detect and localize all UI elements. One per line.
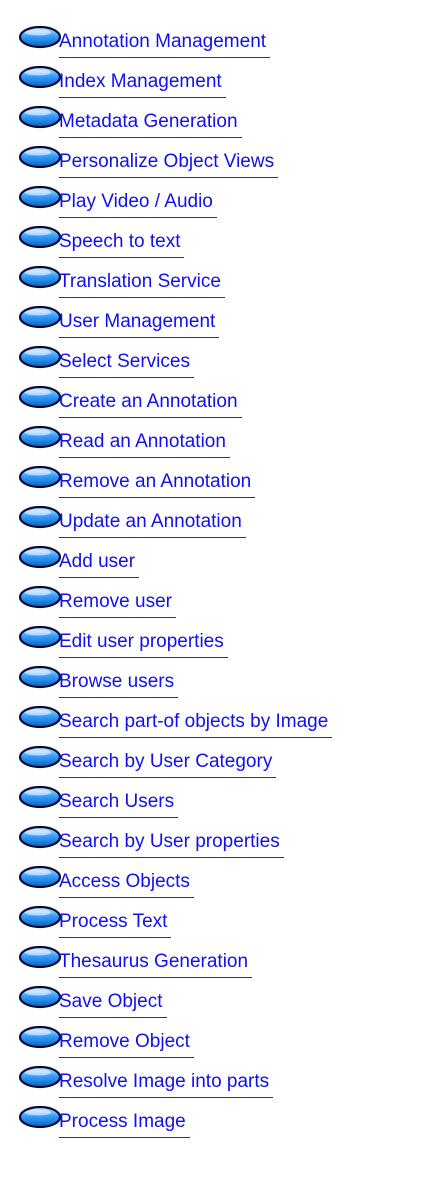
use-case-link[interactable]: Speech to text	[59, 231, 185, 258]
list-item: Read an Annotation	[0, 422, 440, 462]
list-item: Speech to text	[0, 222, 440, 262]
list-item: Create an Annotation	[0, 382, 440, 422]
use-case-link[interactable]: Resolve Image into parts	[59, 1071, 274, 1098]
use-case-ellipse-icon	[18, 465, 62, 489]
list-item: Translation Service	[0, 262, 440, 302]
list-item: Process Image	[0, 1102, 440, 1142]
use-case-ellipse-icon	[18, 905, 62, 929]
use-case-link[interactable]: Save Object	[59, 991, 167, 1018]
list-item: Search by User properties	[0, 822, 440, 862]
use-case-link[interactable]: Access Objects	[59, 871, 194, 898]
list-item: Metadata Generation	[0, 102, 440, 142]
use-case-link[interactable]: Play Video / Audio	[59, 191, 217, 218]
use-case-ellipse-icon	[18, 825, 62, 849]
use-case-ellipse-icon	[18, 545, 62, 569]
use-case-ellipse-icon	[18, 225, 62, 249]
use-case-link[interactable]: Remove an Annotation	[59, 471, 256, 498]
use-case-link[interactable]: Create an Annotation	[59, 391, 242, 418]
use-case-ellipse-icon	[18, 705, 62, 729]
list-item: Edit user properties	[0, 622, 440, 662]
use-case-ellipse-icon	[18, 865, 62, 889]
use-case-ellipse-icon	[18, 505, 62, 529]
list-item: Resolve Image into parts	[0, 1062, 440, 1102]
list-item: Thesaurus Generation	[0, 942, 440, 982]
list-item: Update an Annotation	[0, 502, 440, 542]
use-case-link[interactable]: Browse users	[59, 671, 179, 698]
list-item: Save Object	[0, 982, 440, 1022]
use-case-list: Annotation Management Index Management Met…	[0, 22, 440, 1142]
use-case-link[interactable]: Update an Annotation	[59, 511, 246, 538]
use-case-link[interactable]: Metadata Generation	[59, 111, 242, 138]
list-item: Remove Object	[0, 1022, 440, 1062]
use-case-link[interactable]: Search by User Category	[59, 751, 277, 778]
list-item: Add user	[0, 542, 440, 582]
list-item: Remove user	[0, 582, 440, 622]
use-case-link[interactable]: Process Image	[59, 1111, 190, 1138]
use-case-link[interactable]: Personalize Object Views	[59, 151, 279, 178]
use-case-link[interactable]: Remove Object	[59, 1031, 194, 1058]
use-case-ellipse-icon	[18, 1025, 62, 1049]
use-case-ellipse-icon	[18, 145, 62, 169]
use-case-ellipse-icon	[18, 985, 62, 1009]
use-case-ellipse-icon	[18, 785, 62, 809]
list-item: Remove an Annotation	[0, 462, 440, 502]
list-item: Process Text	[0, 902, 440, 942]
use-case-link[interactable]: Read an Annotation	[59, 431, 230, 458]
use-case-link[interactable]: Search Users	[59, 791, 179, 818]
list-item: Search part-of objects by Image	[0, 702, 440, 742]
use-case-ellipse-icon	[18, 25, 62, 49]
use-case-ellipse-icon	[18, 185, 62, 209]
use-case-link[interactable]: Select Services	[59, 351, 194, 378]
list-item: Access Objects	[0, 862, 440, 902]
list-item: Index Management	[0, 62, 440, 102]
use-case-link[interactable]: Thesaurus Generation	[59, 951, 253, 978]
use-case-link[interactable]: Annotation Management	[59, 31, 271, 58]
list-item: Search Users	[0, 782, 440, 822]
list-item: Personalize Object Views	[0, 142, 440, 182]
use-case-link[interactable]: Translation Service	[59, 271, 225, 298]
list-item: Search by User Category	[0, 742, 440, 782]
use-case-ellipse-icon	[18, 345, 62, 369]
use-case-link[interactable]: Search part-of objects by Image	[59, 711, 333, 738]
use-case-ellipse-icon	[18, 65, 62, 89]
list-item: Play Video / Audio	[0, 182, 440, 222]
use-case-ellipse-icon	[18, 105, 62, 129]
list-item: User Management	[0, 302, 440, 342]
use-case-ellipse-icon	[18, 305, 62, 329]
use-case-ellipse-icon	[18, 425, 62, 449]
use-case-ellipse-icon	[18, 385, 62, 409]
use-case-ellipse-icon	[18, 1065, 62, 1089]
list-item: Browse users	[0, 662, 440, 702]
use-case-link[interactable]: Edit user properties	[59, 631, 228, 658]
use-case-link[interactable]: Search by User properties	[59, 831, 284, 858]
use-case-ellipse-icon	[18, 745, 62, 769]
list-item: Select Services	[0, 342, 440, 382]
use-case-link[interactable]: User Management	[59, 311, 220, 338]
use-case-ellipse-icon	[18, 585, 62, 609]
use-case-ellipse-icon	[18, 1105, 62, 1129]
use-case-ellipse-icon	[18, 945, 62, 969]
use-case-ellipse-icon	[18, 265, 62, 289]
use-case-link[interactable]: Add user	[59, 551, 140, 578]
use-case-link[interactable]: Remove user	[59, 591, 176, 618]
use-case-ellipse-icon	[18, 625, 62, 649]
use-case-link[interactable]: Process Text	[59, 911, 172, 938]
use-case-link[interactable]: Index Management	[59, 71, 226, 98]
use-case-ellipse-icon	[18, 665, 62, 689]
list-item: Annotation Management	[0, 22, 440, 62]
